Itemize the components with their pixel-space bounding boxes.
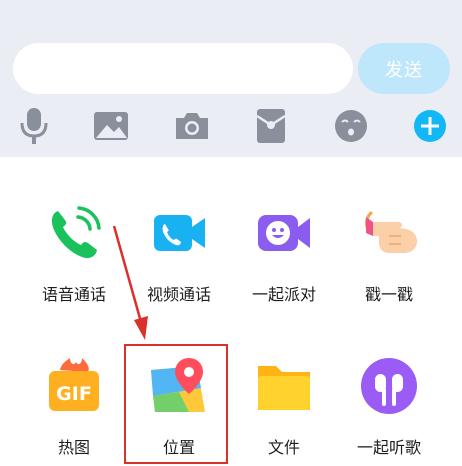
panel-item-label: 文件 xyxy=(267,438,300,457)
panel-item-video-call[interactable]: 视频通话 xyxy=(126,203,232,313)
panel-item-label: 戳一戳 xyxy=(364,285,413,304)
panel-item-label: 一起派对 xyxy=(251,285,316,304)
phone-call-icon xyxy=(44,203,104,263)
gif-icon: GIF xyxy=(44,356,104,416)
emoji-icon[interactable] xyxy=(331,106,371,146)
panel-item-label: 语音通话 xyxy=(41,285,106,304)
panel-item-label: 一起听歌 xyxy=(356,438,421,457)
panel-item-file[interactable]: 文件 xyxy=(231,356,337,466)
message-input[interactable] xyxy=(13,43,353,94)
panel-item-music[interactable]: 一起听歌 xyxy=(336,356,442,466)
plus-icon[interactable] xyxy=(410,106,450,146)
input-panel: 发送 xyxy=(0,0,462,157)
poke-icon xyxy=(359,203,419,263)
panel-item-voice-call[interactable]: 语音通话 xyxy=(21,203,127,313)
panel-item-label: 热图 xyxy=(57,438,90,457)
svg-text:GIF: GIF xyxy=(56,383,92,405)
folder-icon xyxy=(254,356,314,416)
headphones-icon xyxy=(359,356,419,416)
red-packet-icon[interactable] xyxy=(251,106,291,146)
microphone-icon[interactable] xyxy=(14,106,54,146)
image-icon[interactable] xyxy=(91,106,131,146)
panel-item-party[interactable]: 一起派对 xyxy=(231,203,337,313)
panel-item-label: 视频通话 xyxy=(146,285,211,304)
panel-item-poke[interactable]: 戳一戳 xyxy=(336,203,442,313)
camera-icon[interactable] xyxy=(172,106,212,146)
panel-item-gif[interactable]: GIF 热图 xyxy=(21,356,127,466)
video-call-icon xyxy=(149,203,209,263)
send-button[interactable]: 发送 xyxy=(358,43,450,94)
highlight-box xyxy=(124,344,228,464)
party-icon xyxy=(254,203,314,263)
